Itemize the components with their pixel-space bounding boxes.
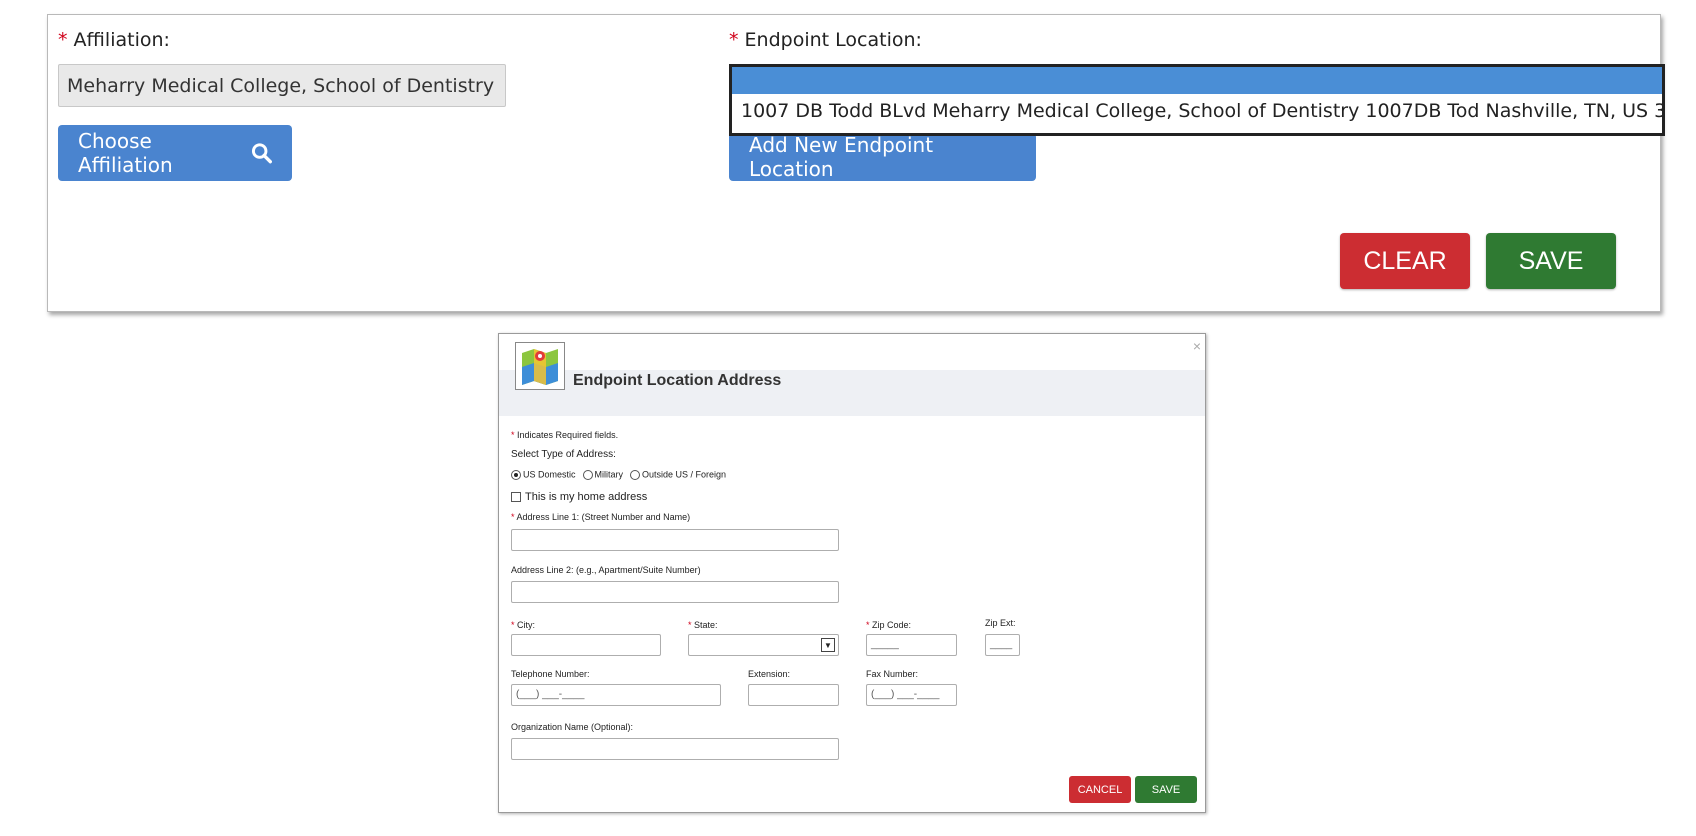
- required-marker: *: [511, 430, 515, 440]
- zip-code-label-text: Zip Code:: [872, 620, 912, 630]
- endpoint-location-label: * Endpoint Location:: [729, 29, 922, 51]
- address-line1-input[interactable]: [511, 529, 839, 551]
- endpoint-location-label-text: Endpoint Location:: [744, 29, 922, 51]
- required-marker: *: [58, 29, 68, 51]
- radio-label: Military: [594, 469, 624, 480]
- address-type-label: Select Type of Address:: [511, 449, 616, 460]
- required-marker: *: [866, 620, 870, 630]
- map-icon: [515, 342, 565, 390]
- add-endpoint-location-button[interactable]: Add New Endpoint Location: [729, 133, 1036, 181]
- telephone-input[interactable]: (___) ___-____: [511, 684, 721, 706]
- affiliation-label: * Affiliation:: [58, 29, 170, 51]
- clear-button[interactable]: CLEAR: [1340, 233, 1470, 289]
- telephone-label: Telephone Number:: [511, 669, 590, 679]
- zip-code-label: * Zip Code:: [866, 620, 911, 630]
- radio-label: US Domestic: [523, 469, 576, 480]
- home-address-checkbox-row[interactable]: This is my home address: [511, 491, 647, 503]
- home-address-label: This is my home address: [525, 491, 648, 503]
- required-fields-note: * Indicates Required fields.: [511, 430, 618, 440]
- search-icon: [251, 143, 272, 164]
- fax-input[interactable]: (___) ___-____: [866, 684, 957, 706]
- radio-button[interactable]: [630, 469, 641, 480]
- state-label-text: State:: [694, 620, 718, 630]
- required-marker: *: [511, 512, 515, 522]
- address-type-radio-group: US Domestic Military Outside US / Foreig…: [511, 469, 726, 480]
- zip-code-input[interactable]: _____: [866, 634, 957, 656]
- city-label-text: City:: [517, 620, 536, 630]
- chevron-down-icon[interactable]: ▼: [821, 638, 835, 652]
- address-line1-label-text: Address Line 1: (Street Number and Name): [516, 512, 691, 522]
- radio-us-domestic[interactable]: US Domestic: [511, 469, 576, 480]
- endpoint-list-option[interactable]: 1007 DB Todd BLvd Meharry Medical Colleg…: [732, 94, 1662, 128]
- choose-affiliation-label: Choose Affiliation: [78, 129, 173, 177]
- choose-affiliation-button[interactable]: Choose Affiliation: [58, 125, 292, 181]
- address-line2-label: Address Line 2: (e.g., Apartment/Suite N…: [511, 565, 701, 575]
- zip-ext-label: Zip Ext:: [985, 618, 1016, 628]
- radio-button[interactable]: [511, 469, 521, 480]
- extension-label: Extension:: [748, 669, 791, 679]
- affiliation-label-text: Affiliation:: [73, 29, 170, 51]
- radio-button[interactable]: [582, 469, 593, 480]
- endpoint-form-panel: * Affiliation: Meharry Medical College, …: [47, 14, 1665, 312]
- radio-label: Outside US / Foreign: [642, 469, 727, 480]
- organization-name-label: Organization Name (Optional):: [511, 722, 634, 732]
- state-select[interactable]: ▼: [688, 634, 839, 656]
- state-label: * State:: [688, 620, 718, 630]
- required-fields-note-text: Indicates Required fields.: [517, 430, 619, 440]
- modal-title: Endpoint Location Address: [573, 372, 782, 389]
- address-line2-input[interactable]: [511, 581, 839, 603]
- modal-cancel-button[interactable]: CANCEL: [1069, 776, 1131, 803]
- radio-outside-us[interactable]: Outside US / Foreign: [630, 469, 726, 480]
- endpoint-list-selected-empty-option[interactable]: [732, 67, 1662, 94]
- home-address-checkbox[interactable]: [511, 492, 521, 503]
- required-marker: *: [729, 29, 739, 51]
- fax-label: Fax Number:: [866, 669, 919, 679]
- address-line1-label: * Address Line 1: (Street Number and Nam…: [511, 512, 690, 522]
- endpoint-address-modal: × Endpoint Location Address * Indicates …: [498, 333, 1206, 813]
- organization-name-input[interactable]: [511, 738, 839, 760]
- radio-military[interactable]: Military: [582, 469, 624, 480]
- affiliation-field[interactable]: Meharry Medical College, School of Denti…: [58, 64, 506, 107]
- save-button[interactable]: SAVE: [1486, 233, 1616, 289]
- city-label: * City:: [511, 620, 535, 630]
- close-icon[interactable]: ×: [1193, 338, 1201, 354]
- endpoint-location-listbox[interactable]: 1007 DB Todd BLvd Meharry Medical Colleg…: [729, 64, 1665, 136]
- required-marker: *: [688, 620, 692, 630]
- extension-input[interactable]: [748, 684, 839, 706]
- city-input[interactable]: [511, 634, 661, 656]
- required-marker: *: [511, 620, 515, 630]
- zip-ext-input[interactable]: ____: [985, 634, 1020, 656]
- modal-save-button[interactable]: SAVE: [1135, 776, 1197, 803]
